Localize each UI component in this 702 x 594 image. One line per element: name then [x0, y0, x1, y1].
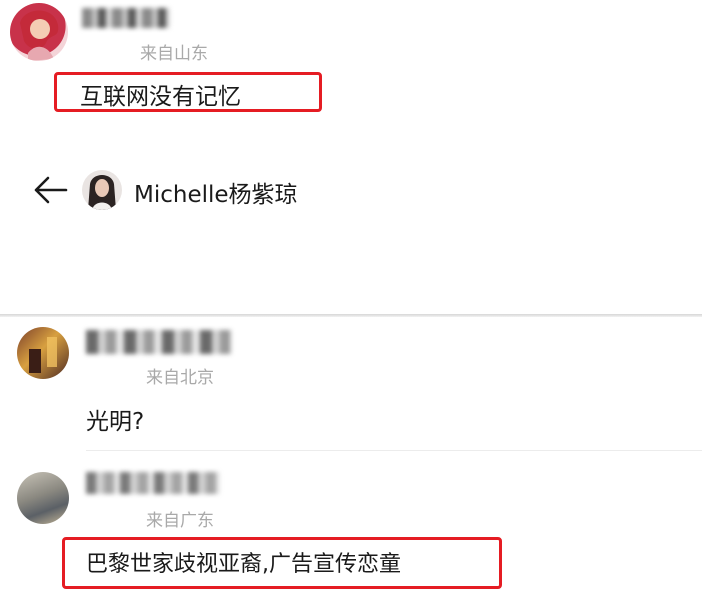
section-divider [0, 314, 702, 317]
avatar-art-icon [20, 10, 59, 61]
back-arrow-icon [34, 176, 68, 204]
username-blurred [82, 8, 170, 28]
avatar[interactable] [10, 3, 68, 61]
avatar[interactable] [17, 327, 69, 379]
profile-avatar[interactable] [82, 170, 122, 210]
avatar[interactable] [17, 472, 69, 524]
location-label: 来自广东 [146, 511, 214, 531]
username-blurred [86, 330, 232, 354]
avatar-scene-icon [29, 337, 57, 373]
back-button[interactable] [30, 174, 70, 206]
location-label: 来自山东 [140, 44, 208, 64]
profile-photo-icon [88, 175, 116, 210]
username-blurred [86, 472, 220, 494]
comment-text: 光明? [86, 409, 145, 435]
comment-text: 巴黎世家歧视亚裔,广告宣传恋童 [86, 552, 401, 577]
comment-divider [86, 450, 702, 451]
location-label: 来自北京 [146, 368, 214, 388]
profile-name[interactable]: Michelle杨紫琼 [134, 175, 298, 209]
comment-text: 互联网没有记忆 [80, 84, 241, 110]
